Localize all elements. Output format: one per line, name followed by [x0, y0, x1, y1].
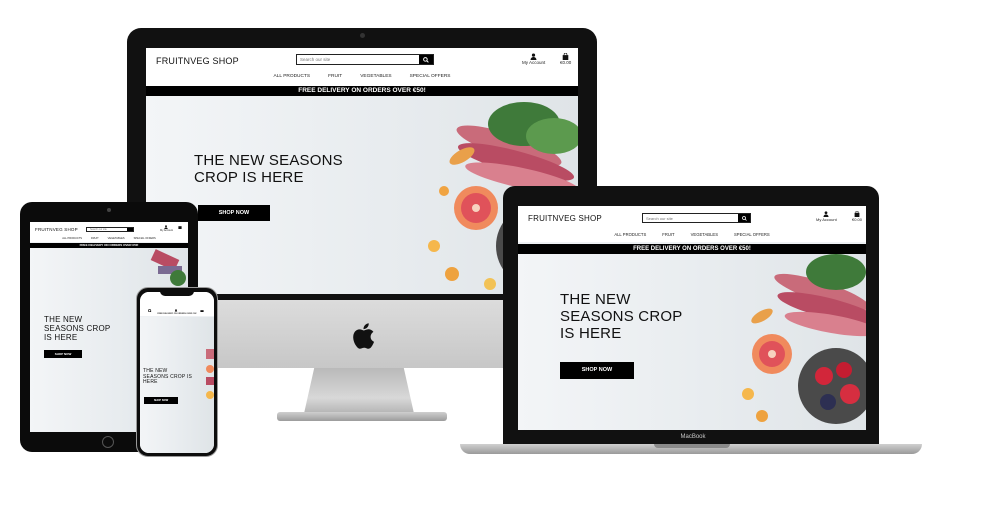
account-label: My Account	[522, 60, 546, 65]
imac-base	[277, 412, 447, 421]
search-form	[642, 213, 751, 223]
website: FREE DELIVERY ON ORDERS OVER €50! THE NE…	[140, 292, 214, 453]
nav-fruit[interactable]: FRUIT	[328, 74, 342, 79]
tablet-camera	[107, 208, 111, 212]
imac-camera	[360, 33, 365, 38]
produce-image	[742, 254, 866, 424]
shop-now-button[interactable]: SHOP NOW	[198, 205, 270, 221]
cart-link[interactable]: €0.00	[560, 53, 571, 65]
nav-vegetables[interactable]: VEGETABLES	[691, 232, 718, 237]
search-input[interactable]	[643, 214, 738, 222]
account-label: My Account	[160, 229, 173, 232]
search-button[interactable]	[419, 55, 433, 64]
cart-link[interactable]	[178, 225, 182, 229]
hero-section: THE NEW SEASONS CROP IS HERE SHOP NOW	[140, 317, 214, 453]
nav-all-products[interactable]: ALL PRODUCTS	[614, 232, 646, 237]
search-button[interactable]	[738, 214, 750, 222]
search-input[interactable]	[297, 55, 419, 64]
nav-fruit[interactable]: FRUIT	[662, 232, 674, 237]
user-icon	[530, 53, 537, 60]
shop-now-button[interactable]: SHOP NOW	[144, 397, 178, 404]
shopping-bag-icon	[178, 226, 182, 229]
brand-logo[interactable]: FRUITNVEG SHOP	[528, 214, 602, 223]
website: FRUITNVEG SHOP My Account €0.00 ALL PROD…	[518, 206, 866, 430]
hero-title: THE NEW SEASONS CROP IS HERE	[143, 368, 193, 386]
tablet-home-button	[102, 436, 114, 448]
hero-section: THE NEW SEASONS CROP IS HERE SHOP NOW	[518, 254, 866, 430]
brand-logo[interactable]: FRUITNVEG SHOP	[35, 227, 78, 232]
account-label: My Account	[816, 217, 837, 222]
apple-logo-icon	[353, 323, 375, 349]
laptop-notch	[654, 444, 730, 448]
nav-fruit[interactable]: FRUIT	[91, 237, 99, 240]
nav-special-offers[interactable]: SPECIAL OFFERS	[134, 237, 156, 240]
shop-now-button[interactable]: SHOP NOW	[560, 362, 634, 379]
phone-screen: FREE DELIVERY ON ORDERS OVER €50! THE NE…	[140, 292, 214, 453]
search-icon	[423, 56, 429, 63]
cart-total: €0.00	[560, 60, 572, 65]
nav-all-products[interactable]: ALL PRODUCTS	[274, 74, 311, 79]
hero-title: THE NEW SEASONS CROP IS HERE	[44, 315, 111, 342]
account-link[interactable]: My Account	[522, 53, 545, 65]
imac-stand	[303, 368, 415, 418]
search-icon	[741, 215, 747, 221]
nav-vegetables[interactable]: VEGETABLES	[108, 237, 125, 240]
search-form	[86, 227, 134, 232]
hero-title: THE NEW SEASONS CROP IS HERE	[560, 291, 683, 342]
shopping-bag-icon	[562, 53, 569, 60]
main-nav: ALL PRODUCTS FRUIT VEGETABLES SPECIAL OF…	[30, 237, 188, 240]
produce-image	[150, 249, 186, 286]
delivery-banner: FREE DELIVERY ON ORDERS OVER €50!	[140, 312, 214, 316]
search-form	[296, 54, 434, 65]
main-nav: ALL PRODUCTS FRUIT VEGETABLES SPECIAL OF…	[146, 74, 578, 79]
nav-special-offers[interactable]: SPECIAL OFFERS	[734, 232, 770, 237]
cart-total: €0.00	[852, 217, 863, 222]
hero-title: THE NEW SEASONS CROP IS HERE	[194, 152, 343, 186]
delivery-banner: FREE DELIVERY ON ORDERS OVER €50!	[518, 244, 866, 254]
nav-special-offers[interactable]: SPECIAL OFFERS	[410, 74, 451, 79]
account-link[interactable]: My Account	[160, 225, 173, 232]
laptop-screen: FRUITNVEG SHOP My Account €0.00 ALL PROD…	[518, 206, 866, 430]
site-header: FRUITNVEG SHOP My Account €0.00 ALL PROD…	[146, 48, 578, 86]
phone-notch	[160, 290, 194, 296]
nav-vegetables[interactable]: VEGETABLES	[360, 74, 391, 79]
search-button[interactable]	[127, 228, 133, 231]
cart-link[interactable]: €0.00	[852, 211, 862, 222]
shop-now-button[interactable]: SHOP NOW	[44, 350, 82, 358]
site-header: FRUITNVEG SHOP My Account €0.00 ALL PROD…	[518, 206, 866, 242]
main-nav: ALL PRODUCTS FRUIT VEGETABLES SPECIAL OF…	[518, 232, 866, 237]
laptop-model-label: MacBook	[680, 434, 706, 440]
produce-image	[206, 349, 214, 399]
search-input[interactable]	[87, 228, 127, 231]
nav-all-products[interactable]: ALL PRODUCTS	[62, 237, 82, 240]
site-header: FRUITNVEG SHOP My Account ALL PRODUCTS F…	[30, 222, 188, 242]
brand-logo[interactable]: FRUITNVEG SHOP	[156, 56, 239, 66]
delivery-banner: FREE DELIVERY ON ORDERS OVER €50!	[146, 86, 578, 96]
account-link[interactable]: My Account	[816, 211, 837, 222]
